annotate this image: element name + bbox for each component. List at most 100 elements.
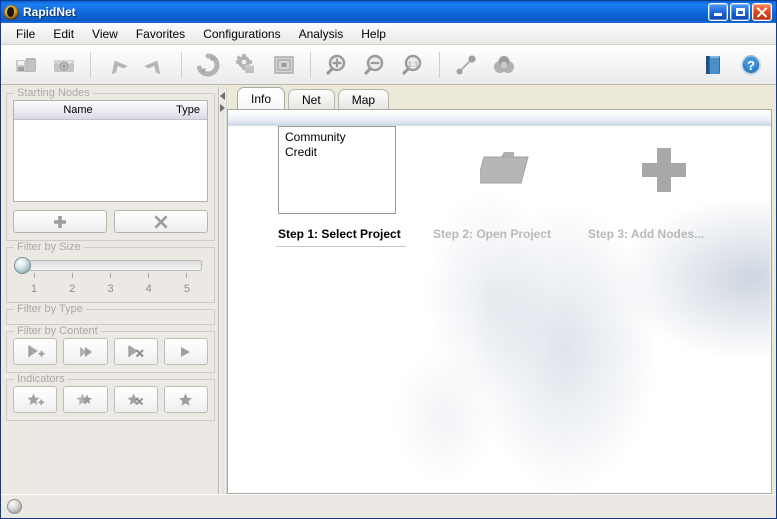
slider-tick: [168, 273, 206, 283]
maximize-button[interactable]: [730, 3, 750, 21]
star-add-icon: [27, 393, 44, 405]
tab-info[interactable]: Info: [237, 87, 286, 109]
menu-item-analysis[interactable]: Analysis: [290, 25, 353, 43]
column-header-name[interactable]: Name: [14, 101, 142, 119]
help-question-icon[interactable]: ?: [734, 48, 768, 82]
sidebar: Starting Nodes Name Type Filter by Size …: [3, 87, 218, 494]
cluster-icon[interactable]: [487, 48, 521, 82]
content-filter-buttons: [13, 338, 208, 365]
flag-double-icon: [79, 346, 92, 357]
slider-tick-label: 5: [183, 283, 190, 295]
flag-icon-button[interactable]: [163, 338, 208, 365]
star-double-icon: [76, 393, 92, 405]
content-panel: Community Credit Step 1: Select Project: [227, 109, 772, 494]
menu-item-file[interactable]: File: [7, 25, 44, 43]
tab-net[interactable]: Net: [288, 89, 335, 109]
triangle-left-icon[interactable]: [220, 92, 225, 100]
project-list-item[interactable]: Credit: [284, 145, 390, 160]
toolbar-separator: [90, 51, 91, 78]
folder-icon: [479, 152, 529, 184]
flag-remove-icon-button[interactable]: [113, 338, 158, 365]
step-2-open-project: Step 2: Open Project: [431, 124, 586, 247]
size-slider[interactable]: 1 2 3 4 5: [13, 254, 208, 295]
book-icon[interactable]: [696, 48, 730, 82]
indicators-group: Indicators: [6, 373, 215, 421]
indicator-buttons: [13, 386, 208, 413]
menu-bar: File Edit View Favorites Configurations …: [1, 23, 776, 45]
application-window: RapidNet File Edit View Favorites Config…: [0, 0, 777, 519]
slider-tick: [130, 273, 168, 283]
slider-tick-label: 3: [107, 283, 114, 295]
size-slider-handle[interactable]: [14, 257, 31, 274]
slider-tick-label: 2: [69, 283, 76, 295]
star-remove-icon-button[interactable]: [113, 386, 158, 413]
node-link-icon[interactable]: [449, 48, 483, 82]
star-add-icon-button[interactable]: [13, 386, 58, 413]
table-header-row: Name Type: [14, 101, 207, 120]
step-3-label: Step 3: Add Nodes...: [588, 227, 705, 241]
menu-item-configurations[interactable]: Configurations: [194, 25, 289, 43]
star-icon: [179, 393, 193, 406]
svg-text:1:1: 1:1: [408, 59, 418, 68]
title-bar: RapidNet: [1, 1, 776, 23]
zoom-in-icon[interactable]: [320, 48, 354, 82]
menu-item-favorites[interactable]: Favorites: [127, 25, 194, 43]
step-3-add-nodes: Step 3: Add Nodes...: [586, 124, 741, 247]
filter-by-content-group: Filter by Content: [6, 325, 215, 373]
filter-by-size-group: Filter by Size 1 2 3 4 5: [6, 241, 215, 303]
menu-item-view[interactable]: View: [83, 25, 127, 43]
toolbar-separator: [439, 51, 440, 78]
plus-icon: [641, 148, 686, 192]
table-body-empty[interactable]: [14, 120, 207, 201]
refresh-icon[interactable]: [191, 48, 225, 82]
flag-double-icon-button[interactable]: [63, 338, 108, 365]
project-list[interactable]: Community Credit: [278, 126, 396, 214]
flag-add-icon-button[interactable]: [13, 338, 58, 365]
camera-icon[interactable]: [47, 48, 81, 82]
indicators-title: Indicators: [14, 373, 68, 385]
triangle-right-icon[interactable]: [220, 104, 225, 112]
right-pane: Info Net Map Community Credit Step 1: Se…: [227, 87, 774, 494]
slider-tick-label: 1: [31, 283, 38, 295]
minimize-button[interactable]: [708, 3, 728, 21]
starting-nodes-table[interactable]: Name Type: [13, 100, 208, 202]
step-1-label: Step 1: Select Project: [278, 227, 401, 241]
plus-icon: [54, 215, 66, 228]
redo-arrow-icon[interactable]: [138, 48, 172, 82]
filter-by-content-title: Filter by Content: [14, 325, 101, 337]
starting-nodes-title: Starting Nodes: [14, 87, 93, 99]
filter-by-size-title: Filter by Size: [14, 241, 84, 253]
main-body: Starting Nodes Name Type Filter by Size …: [1, 85, 776, 494]
toolbar-separator: [181, 51, 182, 78]
column-header-type[interactable]: Type: [142, 101, 207, 119]
close-button[interactable]: [752, 3, 772, 21]
steps-row: Community Credit Step 1: Select Project: [228, 124, 771, 247]
split-divider[interactable]: [218, 87, 227, 494]
window-title: RapidNet: [23, 5, 76, 19]
zoom-actual-icon[interactable]: 1:1: [396, 48, 430, 82]
menu-item-help[interactable]: Help: [352, 25, 395, 43]
undo-arrow-icon[interactable]: [100, 48, 134, 82]
tab-map[interactable]: Map: [337, 89, 390, 109]
size-slider-track[interactable]: [14, 257, 202, 274]
slider-tick: [15, 273, 53, 283]
remove-node-button[interactable]: [114, 210, 208, 233]
save-disk-icon[interactable]: [9, 48, 43, 82]
svg-text:?: ?: [747, 58, 755, 73]
flag-add-icon: [28, 345, 45, 357]
step-3-visual: [586, 124, 741, 216]
star-double-icon-button[interactable]: [63, 386, 108, 413]
step-1-select-project: Community Credit Step 1: Select Project: [276, 124, 431, 247]
window-controls: [708, 3, 774, 21]
gear-icon[interactable]: [229, 48, 263, 82]
size-slider-ticks: [15, 273, 206, 283]
star-icon-button[interactable]: [163, 386, 208, 413]
step-1-underline: [276, 246, 406, 247]
flag-remove-icon: [128, 345, 144, 357]
step-1-visual: Community Credit: [276, 124, 398, 216]
add-node-button[interactable]: [13, 210, 107, 233]
grid-layout-icon[interactable]: [267, 48, 301, 82]
zoom-out-icon[interactable]: [358, 48, 392, 82]
menu-item-edit[interactable]: Edit: [44, 25, 83, 43]
project-list-item[interactable]: Community: [284, 130, 390, 145]
